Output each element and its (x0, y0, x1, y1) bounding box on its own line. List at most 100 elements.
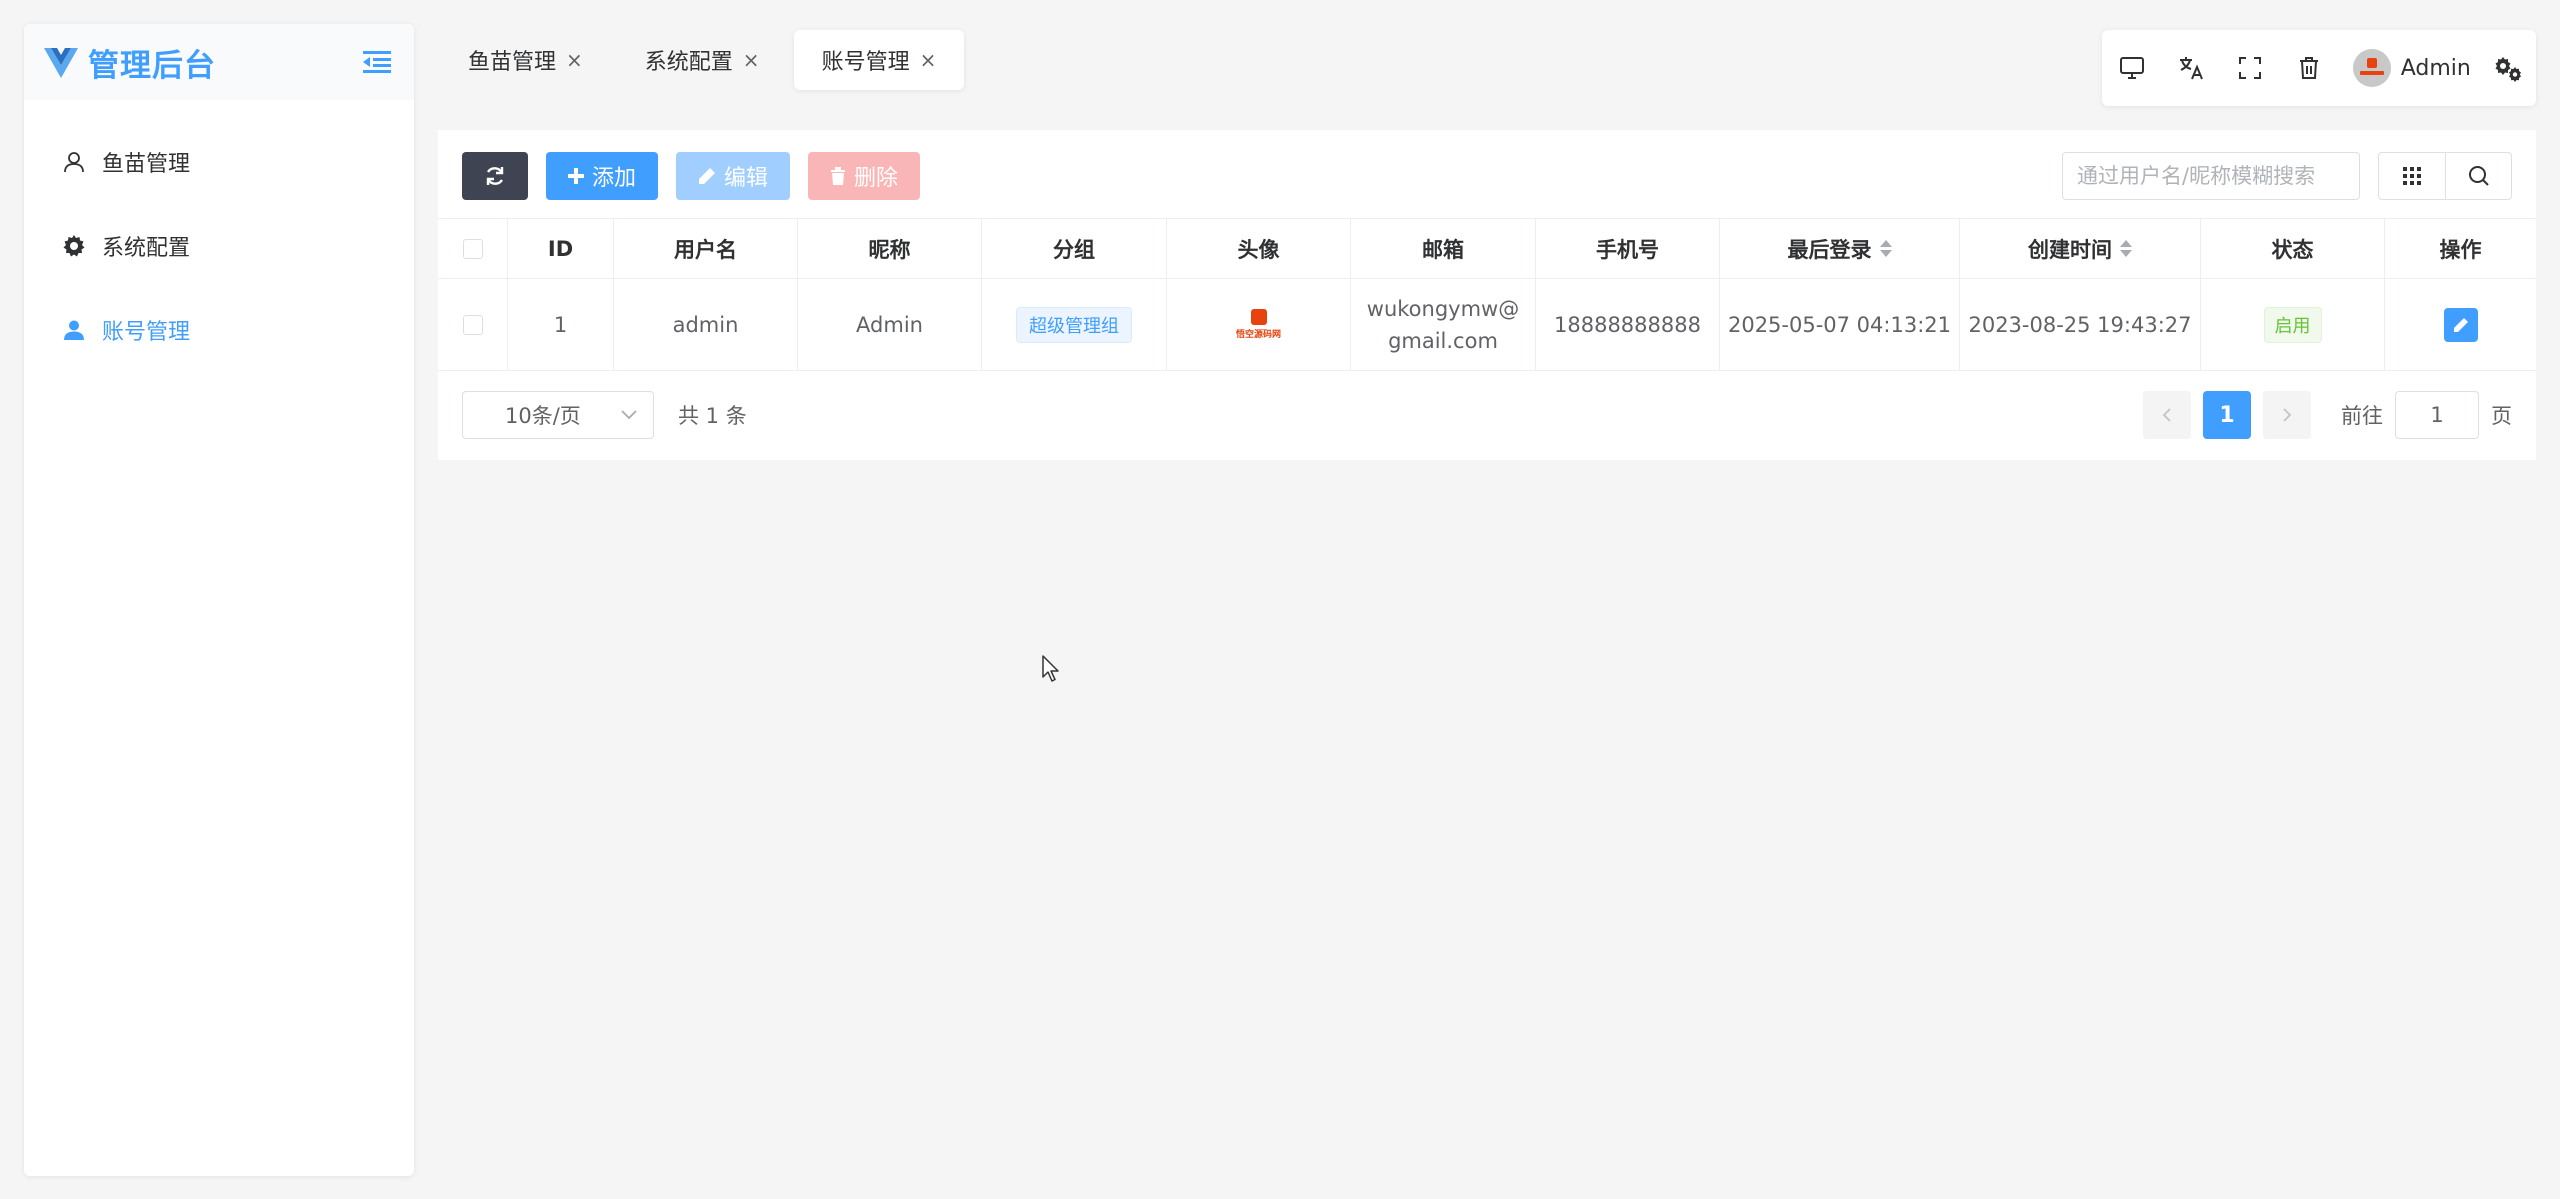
cell-last-login: 2025-05-07 04:13:21 (1720, 279, 1960, 370)
group-tag: 超级管理组 (1016, 306, 1132, 343)
tab-label: 系统配置 (644, 50, 733, 75)
refresh-icon (484, 165, 506, 187)
cell-avatar: 悟空源码网 (1167, 279, 1351, 370)
gear-icon (60, 232, 88, 260)
total-count: 共 1 条 (678, 404, 747, 428)
page-controls: 1 前往 页 (2131, 391, 2512, 439)
sidebar-item-label: 账号管理 (102, 320, 191, 345)
settings-gears-icon[interactable] (2493, 52, 2524, 84)
fullscreen-icon[interactable] (2234, 52, 2265, 84)
close-icon[interactable]: × (743, 48, 760, 72)
cell-actions (2385, 279, 2536, 370)
row-edit-button[interactable] (2443, 307, 2478, 342)
cell-nickname: Admin (798, 279, 982, 370)
logo-row: 管理后台 (24, 24, 414, 100)
col-email: 邮箱 (1351, 219, 1536, 278)
tab-label: 账号管理 (821, 50, 910, 75)
pencil-icon (698, 167, 716, 185)
close-icon[interactable]: × (920, 48, 937, 72)
col-status: 状态 (2201, 219, 2385, 278)
tab-account-management[interactable]: 账号管理 × (793, 30, 965, 90)
col-created[interactable]: 创建时间 (1960, 219, 2201, 278)
col-last-login[interactable]: 最后登录 (1720, 219, 1960, 278)
sort-icon[interactable] (1879, 240, 1892, 257)
user-filled-icon (60, 316, 88, 344)
sidebar-item-label: 系统配置 (102, 236, 191, 261)
user-menu[interactable]: Admin (2352, 49, 2471, 87)
mouse-cursor-icon (1042, 655, 1062, 687)
page-number-button[interactable]: 1 (2203, 391, 2251, 439)
search-area (2062, 152, 2512, 200)
delete-button[interactable]: 删除 (808, 152, 921, 200)
grid-icon[interactable] (2379, 153, 2445, 199)
tab-system-config[interactable]: 系统配置 × (617, 30, 788, 90)
close-icon[interactable]: × (566, 48, 583, 72)
select-all-checkbox[interactable] (462, 238, 483, 259)
page-size-value: 10条/页 (505, 404, 581, 428)
goto-page-input[interactable] (2395, 391, 2479, 439)
add-label: 添加 (592, 165, 637, 190)
add-button[interactable]: 添加 (546, 152, 659, 200)
cell-id: 1 (508, 279, 614, 370)
cell-group: 超级管理组 (982, 279, 1167, 370)
status-badge: 启用 (2263, 306, 2322, 343)
collapse-menu-icon[interactable] (360, 45, 394, 79)
sidebar-item-fry-management[interactable]: 鱼苗管理 (24, 120, 414, 204)
sort-icon[interactable] (2120, 240, 2132, 257)
col-nickname: 昵称 (798, 219, 982, 278)
pagination: 10条/页 共 1 条 1 前往 页 (462, 391, 2512, 439)
row-select-cell (438, 279, 508, 370)
chevron-left-icon (2162, 408, 2171, 422)
users-table: ID 用户名 昵称 分组 头像 邮箱 手机号 最后登录 创建时间 状态 操作 1… (438, 218, 2536, 371)
col-actions: 操作 (2439, 237, 2482, 262)
table-row: 1 admin Admin 超级管理组 悟空源码网 wukongymw@ gma… (438, 279, 2536, 371)
page-size-select[interactable]: 10条/页 (462, 391, 654, 439)
tab-fry-management[interactable]: 鱼苗管理 × (440, 30, 611, 90)
chevron-right-icon (2283, 408, 2292, 422)
tab-bar: 鱼苗管理 × 系统配置 × 账号管理 × (440, 30, 970, 90)
header-toolbar: Admin (2102, 30, 2536, 106)
user-avatar-image[interactable]: 悟空源码网 (1233, 305, 1285, 345)
col-group: 分组 (982, 219, 1167, 278)
sidebar: 管理后台 鱼苗管理 系统配置 账号管理 (24, 24, 414, 1176)
edit-button[interactable]: 编辑 (676, 152, 791, 200)
col-username: 用户名 (614, 219, 798, 278)
trash-icon[interactable] (2294, 52, 2325, 84)
col-last-login-label: 最后登录 (1787, 237, 1872, 262)
refresh-button[interactable] (462, 152, 528, 200)
search-input[interactable] (2062, 152, 2360, 200)
monitor-icon[interactable] (2116, 52, 2147, 84)
sidebar-menu: 鱼苗管理 系统配置 账号管理 (24, 100, 414, 372)
cell-status: 启用 (2201, 279, 2385, 370)
row-checkbox[interactable] (462, 314, 483, 335)
sidebar-item-label: 鱼苗管理 (102, 152, 191, 177)
user-outline-icon (60, 148, 88, 176)
user-name: Admin (2400, 55, 2471, 81)
app-title: 管理后台 (88, 47, 216, 84)
avatar-logo-icon (1250, 309, 1267, 325)
cell-phone: 18888888888 (1536, 279, 1720, 370)
select-all-cell (438, 219, 508, 278)
next-page-button[interactable] (2263, 391, 2311, 439)
col-avatar: 头像 (1167, 219, 1351, 278)
table-tools (2378, 152, 2512, 200)
col-id: ID (508, 219, 614, 278)
edit-label: 编辑 (724, 165, 769, 190)
sidebar-item-account-management[interactable]: 账号管理 (24, 288, 414, 372)
tab-label: 鱼苗管理 (468, 50, 557, 75)
pencil-icon (2453, 317, 2468, 332)
delete-label: 删除 (854, 165, 899, 190)
cell-email: wukongymw@ gmail.com (1351, 279, 1536, 370)
goto-suffix: 页 (2491, 404, 2512, 428)
plus-icon (568, 168, 584, 184)
cell-created: 2023-08-25 19:43:27 (1960, 279, 2201, 370)
email-line: gmail.com (1388, 328, 1498, 353)
chevron-down-icon (621, 410, 637, 420)
prev-page-button[interactable] (2143, 391, 2191, 439)
goto-label: 前往 (2341, 404, 2383, 428)
sidebar-item-system-config[interactable]: 系统配置 (24, 204, 414, 288)
translate-icon[interactable] (2175, 52, 2206, 84)
table-header: ID 用户名 昵称 分组 头像 邮箱 手机号 最后登录 创建时间 状态 操作 (438, 219, 2536, 279)
search-icon[interactable] (2445, 153, 2511, 199)
col-created-label: 创建时间 (2028, 237, 2112, 262)
